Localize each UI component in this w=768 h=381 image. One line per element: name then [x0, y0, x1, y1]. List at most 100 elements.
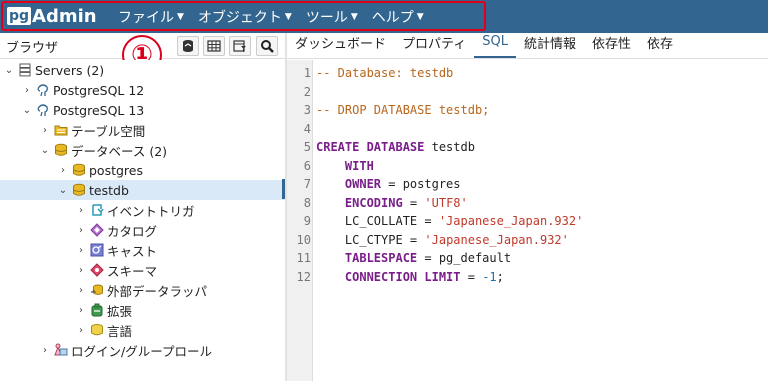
- tree-item-postgres-db[interactable]: › postgres: [0, 160, 285, 180]
- chevron-right-icon[interactable]: ›: [76, 205, 86, 216]
- tab-dependents[interactable]: 依存: [639, 32, 681, 58]
- tree-item-label: イベントトリガ: [107, 203, 195, 219]
- chevron-right-icon[interactable]: ›: [58, 165, 68, 176]
- tab-sql[interactable]: SQL: [474, 32, 516, 58]
- chevron-down-icon[interactable]: ⌄: [40, 145, 50, 156]
- tree-item-postgresql-13[interactable]: ⌄ PostgreSQL 13: [0, 100, 285, 120]
- tab-properties[interactable]: プロパティ: [394, 32, 474, 58]
- code-line: 1 -- Database: testdb: [287, 64, 768, 83]
- sql-keyword: CONNECTION LIMIT: [344, 269, 461, 284]
- database-icon: [73, 163, 85, 176]
- sql-text: =: [460, 269, 483, 284]
- sql-text: LC_CTYPE =: [344, 232, 425, 247]
- line-number: 1: [303, 66, 311, 81]
- tree-item-databases[interactable]: ⌄ データベース (2): [0, 140, 285, 160]
- browser-tree: ⌄ Servers (2) › PostgreSQL 12 ⌄ PostgreS…: [0, 60, 285, 381]
- chevron-right-icon[interactable]: ›: [76, 305, 86, 316]
- tree-item-label: データベース (2): [71, 143, 168, 159]
- sql-statement: ENCODING = 'UTF8': [316, 196, 468, 210]
- detail-tabs: ダッシュボード プロパティ SQL 統計情報 依存性 依存: [287, 33, 768, 59]
- login-role-icon: [54, 343, 68, 356]
- tree-item-label: PostgreSQL 13: [53, 102, 145, 118]
- folder-icon: [54, 125, 68, 136]
- chevron-down-icon[interactable]: ⌄: [58, 185, 68, 196]
- tree-item-testdb[interactable]: ⌄ testdb: [0, 180, 285, 200]
- code-line: 9 LC_COLLATE = 'Japanese_Japan.932': [287, 212, 768, 231]
- code-line: 2: [287, 83, 768, 102]
- tree-item-fdw[interactable]: › 外部データラッパ: [0, 280, 285, 300]
- sql-statement: TABLESPACE = pg_default: [316, 251, 511, 265]
- tab-dashboard[interactable]: ダッシュボード: [287, 32, 394, 58]
- line-number: 9: [303, 214, 311, 229]
- tree-item-postgresql-12[interactable]: › PostgreSQL 12: [0, 80, 285, 100]
- view-data-button[interactable]: [203, 36, 225, 56]
- chevron-right-icon[interactable]: ›: [76, 265, 86, 276]
- chevron-down-icon[interactable]: ⌄: [22, 105, 32, 116]
- database-query-icon: [183, 40, 193, 52]
- tab-dependencies[interactable]: 依存性: [584, 32, 639, 58]
- language-icon: [91, 324, 103, 336]
- tree-item-label: Servers (2): [35, 62, 105, 78]
- database-icon: [55, 143, 67, 156]
- tree-item-schemas[interactable]: › スキーマ: [0, 260, 285, 280]
- chevron-right-icon[interactable]: ›: [76, 225, 86, 236]
- tree-item-servers[interactable]: ⌄ Servers (2): [0, 60, 285, 80]
- sql-string: 'UTF8': [424, 195, 468, 210]
- tree-item-catalogs[interactable]: › カタログ: [0, 220, 285, 240]
- event-trigger-icon: [92, 204, 104, 216]
- tree-item-label: ログイン/グループロール: [71, 343, 212, 359]
- search-objects-button[interactable]: [256, 36, 278, 56]
- tree-item-tablespaces[interactable]: › テーブル空間: [0, 120, 285, 140]
- line-number: 12: [296, 269, 311, 284]
- line-number: 4: [303, 121, 311, 136]
- sql-keyword: WITH: [344, 158, 374, 173]
- tree-item-login-roles[interactable]: › ログイン/グループロール: [0, 340, 285, 360]
- tree-item-label: キャスト: [107, 243, 158, 259]
- chevron-right-icon[interactable]: ›: [76, 245, 86, 256]
- code-line: 3 -- DROP DATABASE testdb;: [287, 101, 768, 120]
- tree-item-extensions[interactable]: › 拡張: [0, 300, 285, 320]
- tree-item-label: 言語: [107, 323, 133, 339]
- tree-item-label: 外部データラッパ: [107, 283, 208, 299]
- chevron-right-icon[interactable]: ›: [22, 85, 32, 96]
- tab-statistics[interactable]: 統計情報: [516, 32, 584, 58]
- fdw-icon: [91, 284, 103, 295]
- filter-rows-button[interactable]: [229, 36, 251, 56]
- tree-item-languages[interactable]: › 言語: [0, 320, 285, 340]
- sql-keyword: ENCODING: [344, 195, 403, 210]
- code-line: 4: [287, 120, 768, 139]
- line-number: 8: [303, 195, 311, 210]
- chevron-down-icon[interactable]: ⌄: [4, 65, 14, 76]
- sql-text: =: [402, 195, 425, 210]
- sql-statement: CONNECTION LIMIT = -1;: [316, 270, 504, 284]
- sql-statement: WITH: [316, 159, 374, 173]
- query-tool-button[interactable]: [177, 36, 199, 56]
- servers-icon: [19, 63, 31, 77]
- code-line: 7 OWNER = postgres: [287, 175, 768, 194]
- sql-statement: LC_CTYPE = 'Japanese_Japan.932': [316, 233, 569, 247]
- code-line: 12 CONNECTION LIMIT = -1;: [287, 268, 768, 287]
- menu-highlight-box: [1, 1, 486, 31]
- tree-item-event-triggers[interactable]: › イベントトリガ: [0, 200, 285, 220]
- chevron-right-icon[interactable]: ›: [40, 345, 50, 356]
- chevron-right-icon[interactable]: ›: [40, 125, 50, 136]
- sql-text: = pg_default: [417, 251, 512, 266]
- top-navbar: pg Admin ファイル ▼ オブジェクト ▼ ツール ▼ ヘルプ ▼: [0, 0, 768, 33]
- sql-number: -1: [482, 269, 497, 284]
- tree-item-label: 拡張: [107, 303, 133, 319]
- line-number: 11: [296, 251, 311, 266]
- sql-editor[interactable]: 1 -- Database: testdb 2 3 -- DROP DATABA…: [287, 60, 768, 381]
- code-line: 11 TABLESPACE = pg_default: [287, 249, 768, 268]
- schema-icon: [90, 263, 104, 277]
- chevron-right-icon[interactable]: ›: [76, 325, 86, 336]
- tree-item-label: スキーマ: [107, 263, 158, 279]
- tree-item-label: PostgreSQL 12: [53, 82, 145, 98]
- table-grid-icon: [207, 40, 221, 52]
- line-number: 7: [303, 177, 311, 192]
- chevron-right-icon[interactable]: ›: [76, 285, 86, 296]
- sql-statement: CREATE DATABASE testdb: [316, 140, 475, 154]
- cast-icon: [90, 243, 104, 257]
- search-icon: [261, 40, 274, 53]
- sql-text: = postgres: [381, 177, 461, 192]
- tree-item-casts[interactable]: › キャスト: [0, 240, 285, 260]
